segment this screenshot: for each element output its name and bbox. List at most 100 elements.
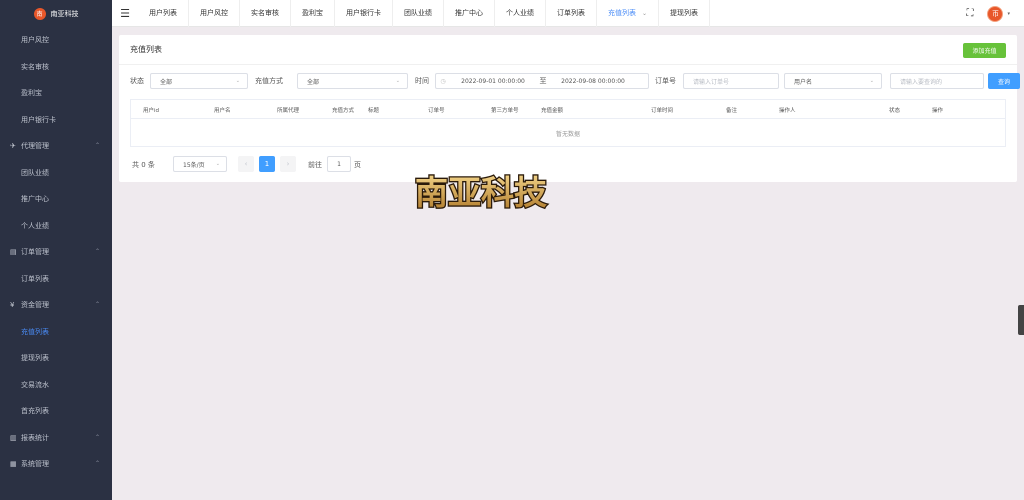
avatar[interactable]: 币 (987, 5, 1004, 22)
chevron-down-icon[interactable]: ⌄ (642, 10, 647, 17)
card-divider (119, 64, 1017, 65)
status-select[interactable]: 全部 ⌄ (150, 73, 248, 89)
tab-5[interactable]: 团队业绩 (393, 0, 444, 27)
column-header[interactable]: 操作人 (779, 106, 796, 114)
next-page-button[interactable]: › (280, 156, 296, 172)
sidebar-item-label: 盈利宝 (21, 89, 42, 98)
chevron-down-icon: ⌄ (235, 78, 240, 84)
page-size-select[interactable]: 15条/页 ⌄ (173, 156, 227, 172)
tab-label: 个人业绩 (506, 9, 534, 17)
sidebar-item-9[interactable]: 订单列表 (0, 266, 112, 293)
column-header[interactable]: 所属代理 (277, 106, 299, 114)
filter-bar: 状态 全部 ⌄ 充值方式 全部 ⌄ 时间 ◷ 2022-09-01 00:00:… (130, 73, 1020, 89)
tab-7[interactable]: 个人业绩 (495, 0, 546, 27)
tab-10[interactable]: 提现列表 (659, 0, 711, 27)
menu-toggle-icon[interactable]: ☰ (112, 0, 138, 27)
user-field-select[interactable]: 用户名 ⌄ (784, 73, 882, 89)
tab-label: 推广中心 (455, 9, 483, 17)
brand-logo-icon: 南 (33, 7, 46, 20)
tab-8[interactable]: 订单列表 (546, 0, 597, 27)
sidebar-item-label: 实名审核 (21, 62, 49, 71)
column-header[interactable]: 第三方单号 (491, 106, 519, 114)
sidebar-item-label: 系统管理 (21, 460, 49, 469)
order-input[interactable]: 请输入订单号 (683, 73, 779, 89)
top-right-tools: ⛶ 币 ▾ (966, 0, 1010, 27)
sidebar-item-4[interactable]: ✈ 代理管理 ⌃ (0, 133, 112, 160)
method-select-value: 全部 (307, 78, 320, 86)
column-header[interactable]: 充值方式 (332, 106, 354, 114)
column-header[interactable]: 备注 (726, 106, 737, 114)
tab-1[interactable]: 用户风控 (189, 0, 240, 27)
system-icon: ▦ (10, 460, 17, 469)
sidebar-item-label: 代理管理 (21, 142, 49, 151)
chevron-down-icon[interactable]: ▾ (1007, 11, 1010, 17)
column-header[interactable]: 用户id (143, 106, 159, 114)
column-header[interactable]: 订单时间 (651, 106, 673, 114)
date-start[interactable]: 2022-09-01 00:00:00 (450, 78, 536, 85)
sidebar-item-0[interactable]: 用户风控 (0, 27, 112, 54)
sidebar-item-11[interactable]: 充值列表 (0, 319, 112, 346)
method-label: 充值方式 (255, 77, 283, 85)
tab-4[interactable]: 用户银行卡 (335, 0, 393, 27)
sidebar-item-8[interactable]: ▤ 订单管理 ⌃ (0, 239, 112, 266)
column-header[interactable]: 用户名 (214, 106, 231, 114)
column-header[interactable]: 充值金额 (541, 106, 563, 114)
chevron-up-icon: ⌃ (94, 301, 100, 308)
chevron-down-icon: ⌄ (215, 161, 220, 167)
sidebar-item-14[interactable]: 首充列表 (0, 398, 112, 425)
prev-page-button[interactable]: ‹ (238, 156, 254, 172)
recharge-table: 用户id 用户名 所属代理 充值方式 标题 订单号 第三方单号 充值金额 订单时间 备注 操作人 状态… (130, 99, 1006, 147)
sidebar-item-7[interactable]: 个人业绩 (0, 213, 112, 240)
tab-6[interactable]: 推广中心 (444, 0, 495, 27)
method-select[interactable]: 全部 ⌄ (297, 73, 408, 89)
side-drawer-handle[interactable] (1018, 305, 1024, 335)
sidebar-item-15[interactable]: ▥ 报表统计 ⌃ (0, 425, 112, 452)
tab-0[interactable]: 用户列表 (138, 0, 189, 27)
order-label: 订单号 (655, 77, 676, 85)
sidebar-item-16[interactable]: ▦ 系统管理 ⌃ (0, 451, 112, 478)
user-search-input[interactable]: 请输入要查询的 (890, 73, 984, 89)
sidebar-item-5[interactable]: 团队业绩 (0, 160, 112, 187)
sidebar-item-12[interactable]: 提现列表 (0, 345, 112, 372)
sidebar-item-2[interactable]: 盈利宝 (0, 80, 112, 107)
sidebar: 南 南亚科技 用户风控实名审核盈利宝用户银行卡 ✈ 代理管理 ⌃ 团队业绩 推广中心 个人业… (0, 0, 112, 500)
tab-3[interactable]: 盈利宝 (291, 0, 335, 27)
empty-state: 暂无数据 (555, 130, 580, 138)
sidebar-item-label: 交易流水 (21, 380, 49, 389)
sidebar-item-label: 资金管理 (21, 301, 49, 310)
tab-2[interactable]: 实名审核 (240, 0, 291, 27)
tab-label: 用户风控 (200, 9, 228, 17)
sidebar-item-13[interactable]: 交易流水 (0, 372, 112, 399)
goto-page-input[interactable]: 1 (327, 156, 351, 172)
page-unit-label: 页 (354, 161, 361, 169)
time-label: 时间 (415, 77, 429, 85)
add-recharge-button[interactable]: 添加充值 (963, 43, 1006, 58)
sidebar-item-3[interactable]: 用户银行卡 (0, 107, 112, 134)
sidebar-item-10[interactable]: ¥ 资金管理 ⌃ (0, 292, 112, 319)
user-field-value: 用户名 (794, 78, 813, 86)
sidebar-item-label: 提现列表 (21, 354, 49, 363)
sidebar-item-6[interactable]: 推广中心 (0, 186, 112, 213)
search-button[interactable]: 查询 (988, 73, 1020, 89)
page-number-current[interactable]: 1 (259, 156, 275, 172)
sidebar-item-label: 订单管理 (21, 248, 49, 257)
watermark-text: 南亚科技 (415, 173, 547, 212)
column-header[interactable]: 标题 (368, 106, 379, 114)
sidebar-item-1[interactable]: 实名审核 (0, 54, 112, 81)
fullscreen-icon[interactable]: ⛶ (966, 8, 973, 19)
column-header[interactable]: 操作 (932, 106, 943, 114)
brand[interactable]: 南 南亚科技 (0, 0, 112, 27)
date-range-picker[interactable]: ◷ 2022-09-01 00:00:00 至 2022-09-08 00:00… (435, 73, 649, 89)
goto-label: 前往 (308, 161, 322, 169)
column-header[interactable]: 状态 (889, 106, 900, 114)
tab-label: 提现列表 (670, 9, 699, 17)
tab-9[interactable]: 充值列表 ⌄ (597, 0, 660, 27)
tab-label: 充值列表 (608, 9, 636, 17)
sidebar-nav: 用户风控实名审核盈利宝用户银行卡 ✈ 代理管理 ⌃ 团队业绩 推广中心 个人业绩 ▤ 订单管理 ⌃… (0, 27, 112, 478)
column-header[interactable]: 订单号 (428, 106, 445, 114)
top-bar: ☰ 用户列表 用户风控 实名审核 盈利宝 用户银行卡 团队业绩 推广中心 个人业绩 订单列表 充值… (112, 0, 1024, 27)
date-end[interactable]: 2022-09-08 00:00:00 (550, 78, 636, 85)
money-icon: ¥ (10, 301, 15, 310)
sidebar-item-label: 首充列表 (21, 407, 49, 416)
tab-label: 团队业绩 (404, 9, 432, 17)
